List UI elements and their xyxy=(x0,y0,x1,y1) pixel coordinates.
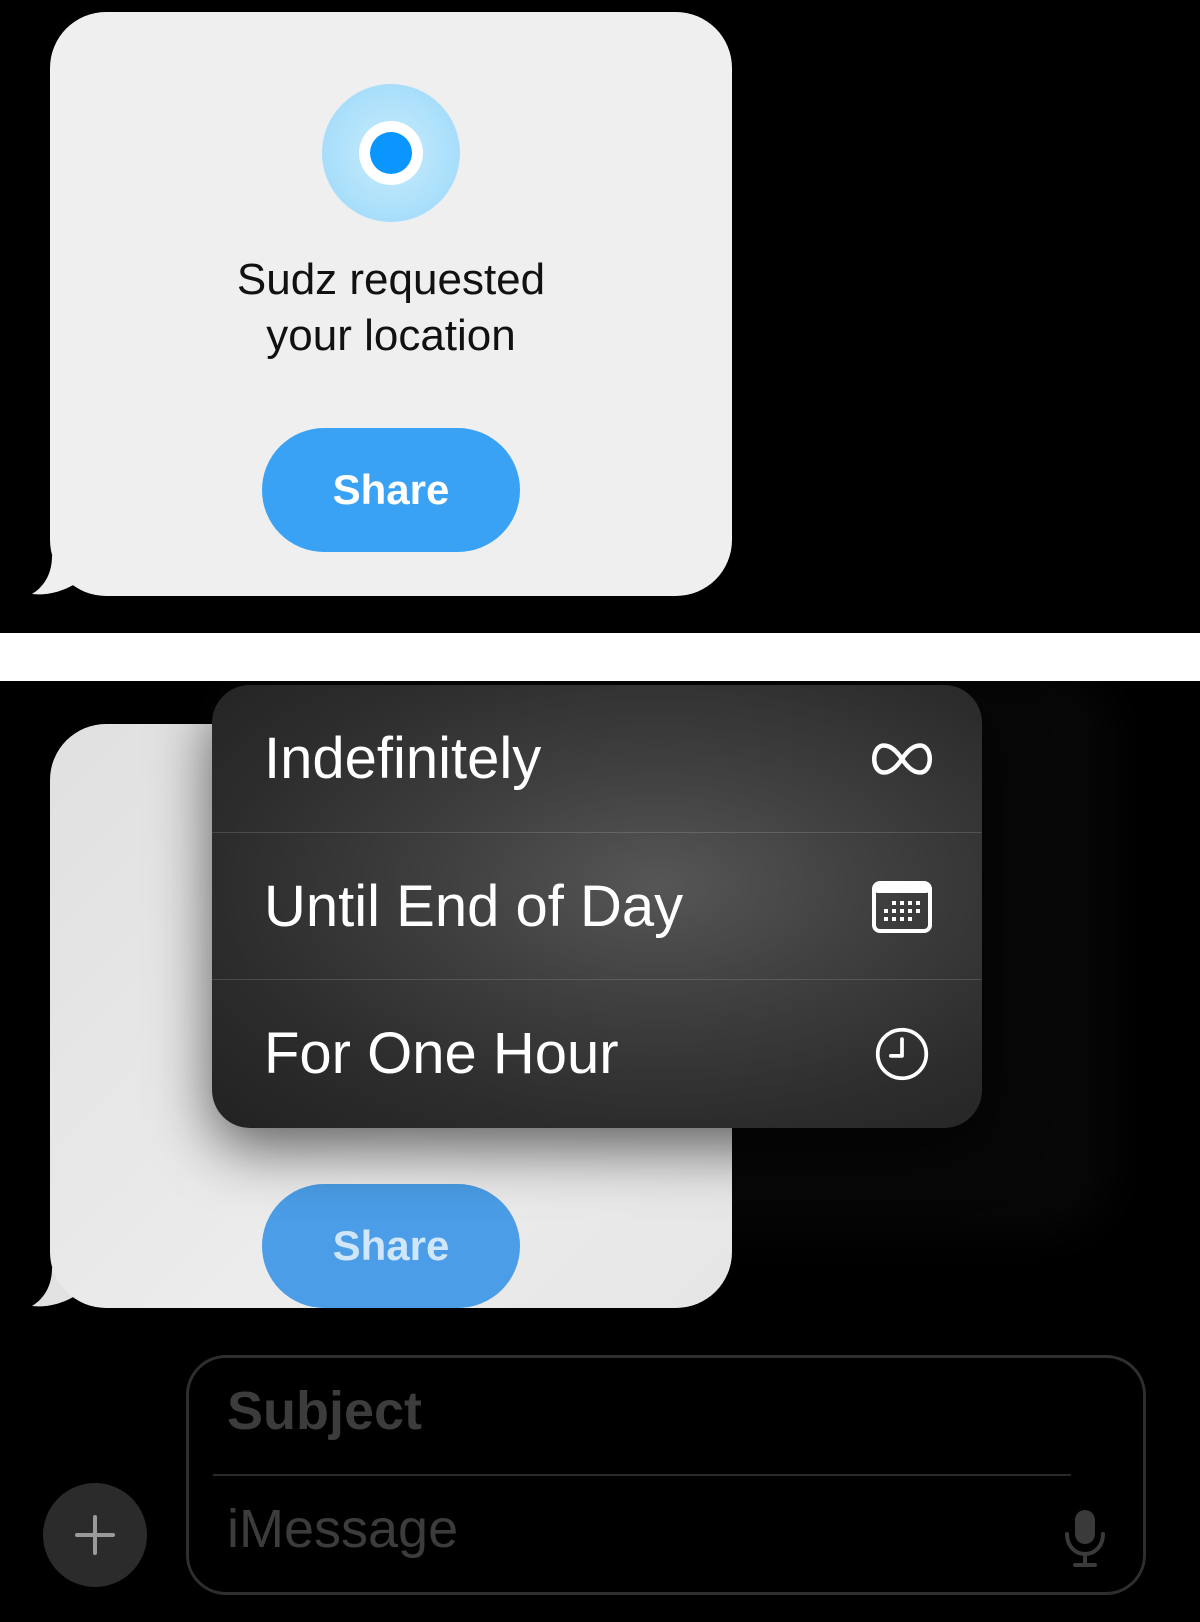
add-attachment-button[interactable] xyxy=(43,1483,147,1587)
share-duration-menu: Indefinitely Until End of Day For One Ho… xyxy=(212,685,982,1128)
message-compose-field[interactable]: Subject iMessage xyxy=(186,1355,1146,1595)
location-pin-icon xyxy=(322,84,460,222)
location-request-bubble: Sudz requested your location Share xyxy=(50,12,732,596)
compose-divider xyxy=(213,1474,1071,1476)
microphone-icon[interactable] xyxy=(1063,1508,1107,1568)
share-button-dimmed: Share xyxy=(262,1184,520,1308)
plus-icon-stroke xyxy=(93,1515,97,1555)
menu-item-label: For One Hour xyxy=(264,1021,619,1086)
menu-item-label: Indefinitely xyxy=(264,726,542,791)
menu-item-until-end-of-day[interactable]: Until End of Day xyxy=(212,832,982,980)
request-line-2: your location xyxy=(266,311,516,360)
menu-item-indefinitely[interactable]: Indefinitely xyxy=(212,685,982,832)
request-line-1: Sudz requested xyxy=(236,255,546,304)
share-button[interactable]: Share xyxy=(262,428,520,552)
message-input[interactable]: iMessage xyxy=(227,1498,458,1560)
calendar-icon xyxy=(872,881,932,933)
top-screenshot: Sudz requested your location Share xyxy=(0,0,1200,633)
menu-item-for-one-hour[interactable]: For One Hour xyxy=(212,979,982,1127)
bottom-screenshot: Share Indefinitely Until End of Day For … xyxy=(0,681,1200,1622)
subject-input[interactable]: Subject xyxy=(227,1380,422,1442)
clock-icon xyxy=(875,1027,929,1081)
location-request-text: Sudz requested your location xyxy=(50,252,732,364)
infinity-icon xyxy=(872,743,932,775)
panel-divider xyxy=(0,633,1200,681)
menu-item-label: Until End of Day xyxy=(264,874,684,939)
